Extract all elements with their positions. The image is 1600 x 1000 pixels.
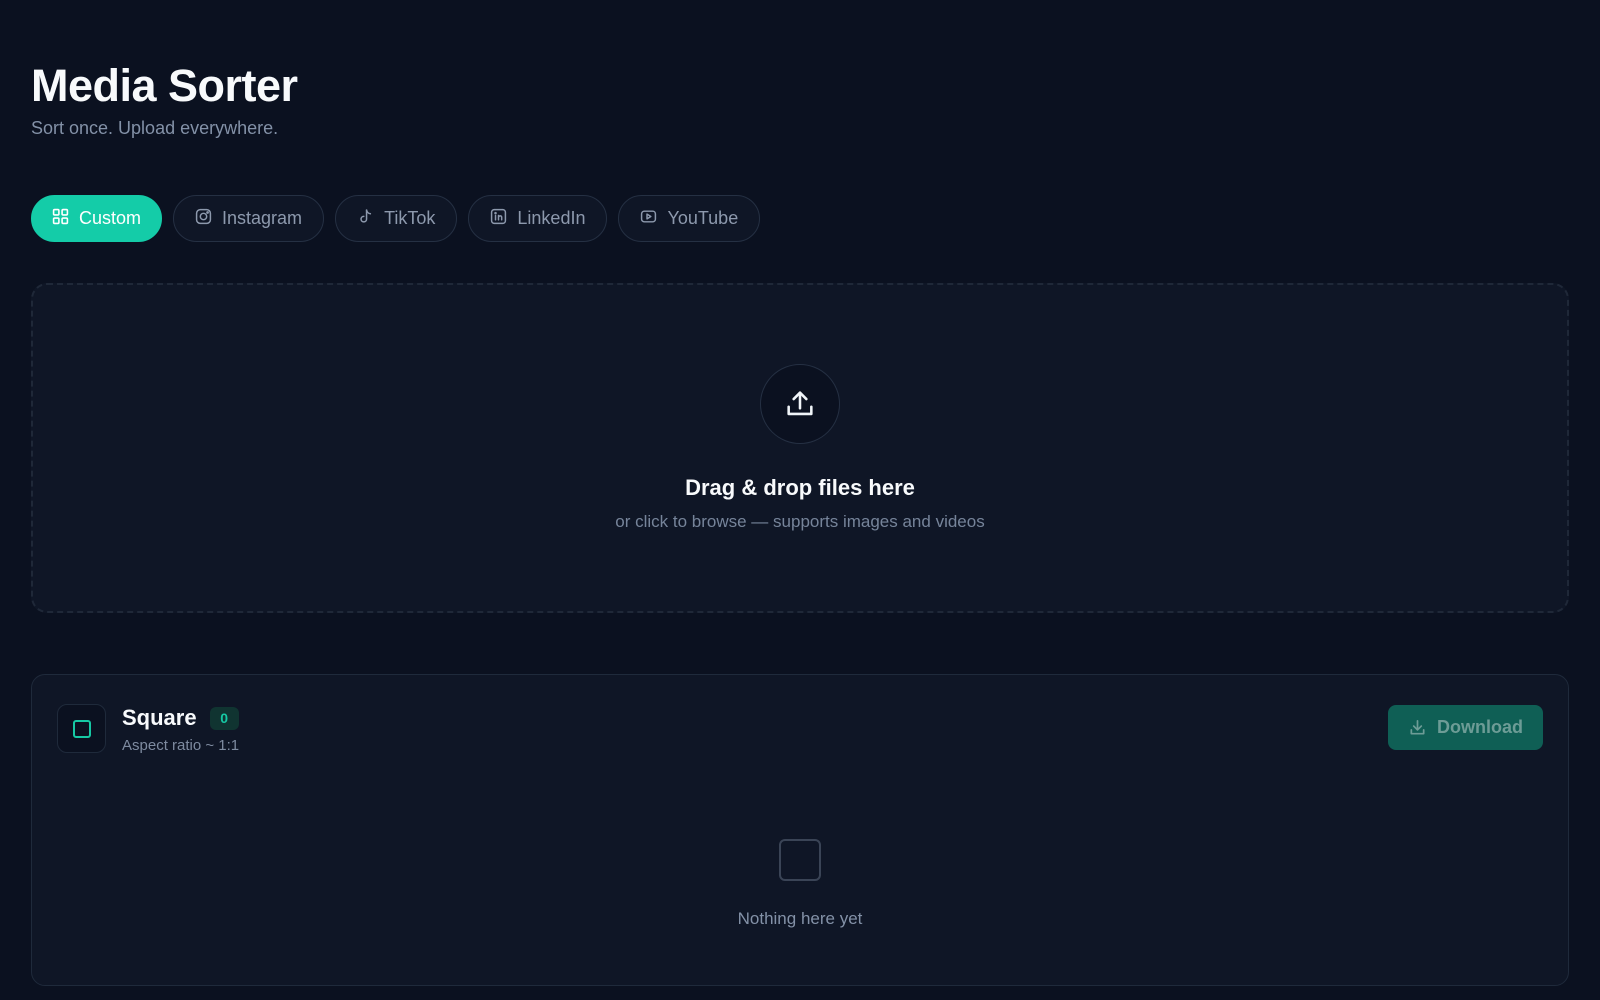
file-dropzone[interactable]: Drag & drop files here or click to brows… <box>31 283 1569 613</box>
tab-youtube[interactable]: YouTube <box>618 195 761 242</box>
dropzone-subtitle: or click to browse — supports images and… <box>615 512 985 531</box>
bucket-square: Square 0 Aspect ratio ~ 1:1 Download Not… <box>31 674 1569 986</box>
bucket-title-row: Square 0 <box>122 704 239 732</box>
tab-label: YouTube <box>667 208 739 228</box>
empty-state: Nothing here yet <box>32 839 1568 929</box>
dropzone-title: Drag & drop files here <box>685 475 915 500</box>
youtube-icon <box>640 208 657 230</box>
download-icon <box>1410 719 1425 735</box>
tab-tiktok[interactable]: TikTok <box>335 195 458 242</box>
grid-icon <box>52 208 69 230</box>
empty-square-icon <box>779 839 821 881</box>
bucket-header: Square 0 Aspect ratio ~ 1:1 <box>57 704 239 754</box>
app-root: Media Sorter Sort once. Upload everywher… <box>0 0 1600 1000</box>
bucket-aspect-ratio: Aspect ratio ~ 1:1 <box>122 737 240 754</box>
linkedin-icon <box>490 208 507 230</box>
bucket-name: Square <box>122 705 197 730</box>
platform-tabs: Custom Instagram TikTok LinkedIn YouTube <box>31 195 1569 242</box>
tiktok-icon <box>357 208 374 230</box>
square-icon <box>72 719 91 738</box>
tab-label: Instagram <box>222 208 303 228</box>
download-label: Download <box>1437 717 1523 737</box>
tab-label: LinkedIn <box>517 208 586 228</box>
bucket-count-badge: 0 <box>209 706 239 730</box>
upload-icon <box>787 391 813 416</box>
page-header: Media Sorter Sort once. Upload everywher… <box>31 0 1569 140</box>
tab-instagram[interactable]: Instagram <box>173 195 325 242</box>
tab-label: TikTok <box>384 208 436 228</box>
empty-state-text: Nothing here yet <box>737 909 863 928</box>
download-button[interactable]: Download <box>1388 705 1543 750</box>
bucket-icon-wrapper <box>57 704 106 753</box>
upload-icon-wrapper <box>760 364 840 444</box>
page-subtitle: Sort once. Upload everywhere. <box>31 118 279 138</box>
instagram-icon <box>195 208 212 230</box>
tab-linkedin[interactable]: LinkedIn <box>468 195 608 242</box>
tab-label: Custom <box>79 208 142 228</box>
page-title: Media Sorter <box>31 60 298 111</box>
tab-custom[interactable]: Custom <box>31 195 163 242</box>
bucket-info: Square 0 Aspect ratio ~ 1:1 <box>122 704 239 754</box>
